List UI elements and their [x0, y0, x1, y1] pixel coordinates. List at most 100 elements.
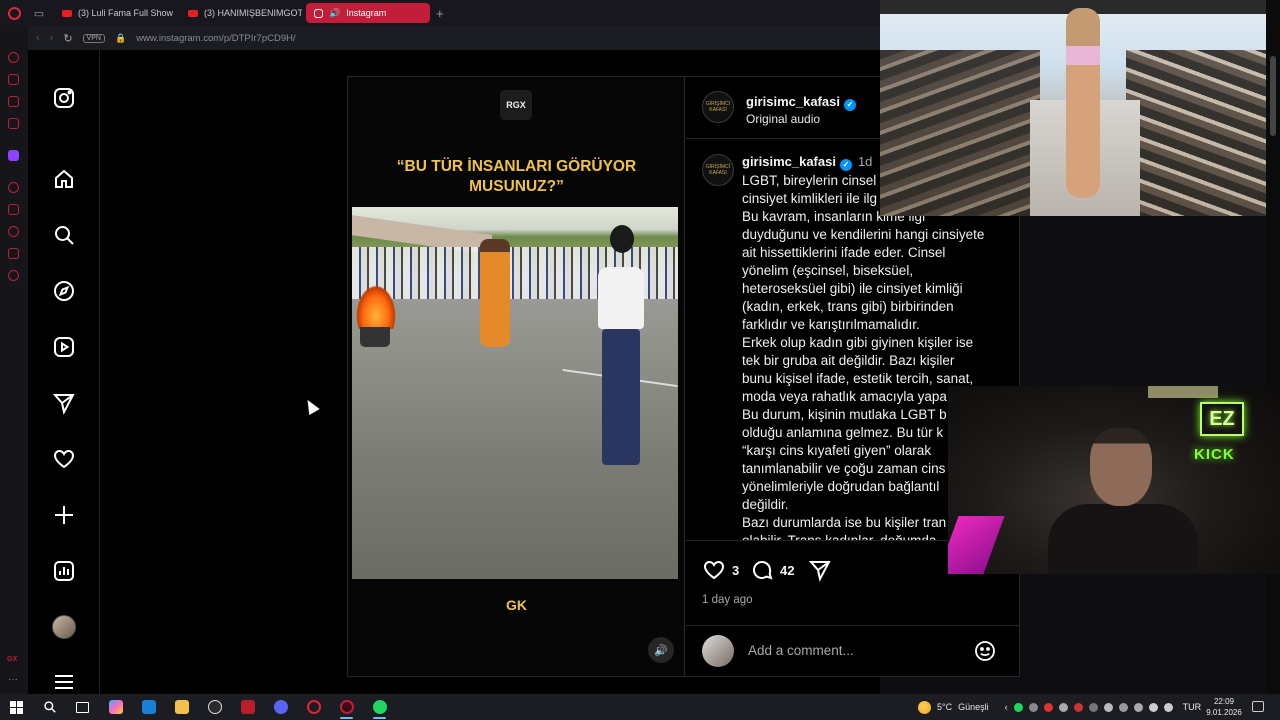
reel-video[interactable]: RGX “BU TÜR İNSANLARI GÖRÜYOR MUSUNUZ?” …: [348, 77, 685, 676]
more-icon[interactable]: ···: [8, 674, 18, 685]
obs-icon[interactable]: [198, 694, 231, 720]
opera-icon[interactable]: [297, 694, 330, 720]
opera-logo-icon[interactable]: [0, 0, 28, 26]
url-text[interactable]: www.instagram.com/p/DTPIr7pCD9H/: [136, 33, 295, 44]
wifi-tray-icon[interactable]: [1148, 702, 1158, 712]
original-audio-link[interactable]: Original audio: [746, 112, 820, 126]
speaker-icon[interactable]: 🔊: [329, 8, 340, 19]
runway-audience-left: [880, 50, 1040, 216]
heart-icon: [703, 560, 725, 580]
video-person-orange: [480, 239, 510, 347]
history-icon[interactable]: [8, 226, 19, 237]
speed-dial-icon[interactable]: [8, 52, 19, 63]
page-scrollbar[interactable]: [1266, 0, 1280, 694]
messenger-icon[interactable]: [8, 96, 19, 107]
author-username-text[interactable]: girisimc_kafasi: [746, 94, 840, 109]
reels-icon[interactable]: [52, 335, 76, 359]
author-username[interactable]: girisimc_kafasi ✓: [746, 94, 856, 111]
webcam-person-body: [1048, 504, 1198, 574]
volume-tray-icon[interactable]: [1163, 702, 1173, 712]
posted-time[interactable]: 1 day ago: [702, 594, 753, 606]
like-button[interactable]: 3: [702, 558, 739, 582]
scrollbar-thumb[interactable]: [1270, 56, 1276, 136]
video-fire: [356, 285, 396, 329]
spotify-tray-icon[interactable]: [1013, 702, 1023, 712]
task-view-icon[interactable]: [66, 694, 99, 720]
mail-icon[interactable]: [132, 694, 165, 720]
weather-desc[interactable]: Güneşli: [958, 702, 989, 712]
microphone-tray-icon[interactable]: [1118, 702, 1128, 712]
spotify-icon[interactable]: [363, 694, 396, 720]
lock-icon[interactable]: 🔒: [115, 33, 126, 44]
workspace-icon[interactable]: [8, 118, 19, 129]
share-button[interactable]: [808, 558, 832, 582]
share-icon: [808, 561, 831, 582]
tab-label: (3) HANIMIŞBENIMGOTTI: [204, 8, 302, 18]
verified-icon: ✓: [839, 159, 852, 171]
app-tray-icon[interactable]: [1043, 702, 1053, 712]
tab-youtube-1[interactable]: (3) Luli Fama Full Show in: [54, 3, 176, 23]
notification-icon[interactable]: [1252, 701, 1264, 712]
player-icon[interactable]: [8, 182, 19, 193]
steam-tray-icon[interactable]: [1028, 702, 1038, 712]
webcam-neon-light: [948, 516, 1005, 574]
weather-temp[interactable]: 5°C: [937, 702, 952, 712]
current-user-avatar[interactable]: [702, 635, 734, 667]
file-explorer-icon[interactable]: [165, 694, 198, 720]
pinboard-icon[interactable]: [8, 248, 19, 259]
author-avatar[interactable]: GİRİŞİMCİ KAFASI: [702, 91, 734, 123]
home-icon[interactable]: [52, 167, 76, 191]
tray-chevron-icon[interactable]: ‹: [1005, 702, 1008, 712]
explore-icon[interactable]: [52, 279, 76, 303]
copilot-icon[interactable]: [99, 694, 132, 720]
tab-youtube-2[interactable]: (3) HANIMIŞBENIMGOTTI: [180, 3, 302, 23]
aria-icon[interactable]: [8, 74, 19, 85]
volume-icon[interactable]: 🔊: [648, 637, 674, 663]
opera-gx-icon[interactable]: [330, 694, 363, 720]
verified-icon: ✓: [843, 99, 856, 111]
vpn-badge[interactable]: VPN: [82, 33, 105, 43]
search-icon[interactable]: [52, 223, 76, 247]
settings-icon[interactable]: [8, 270, 19, 281]
usb-tray-icon[interactable]: [1133, 702, 1143, 712]
more-menu-icon[interactable]: [52, 670, 76, 694]
caption-author-avatar[interactable]: GİRİŞİMCİ KAFASI: [702, 154, 734, 186]
comment-button[interactable]: 42: [750, 558, 794, 582]
crypto-wallet-icon[interactable]: [8, 204, 19, 215]
comment-input[interactable]: Add a comment...: [748, 643, 854, 658]
twitch-icon[interactable]: [8, 150, 19, 161]
video-person-white-shirt: [592, 225, 648, 471]
tab-instagram[interactable]: 🔊 Instagram: [306, 3, 430, 23]
instagram-icon: [314, 8, 323, 18]
search-icon[interactable]: [33, 694, 66, 720]
opera-tray-icon[interactable]: [1073, 702, 1083, 712]
messages-icon[interactable]: [52, 391, 76, 415]
create-icon[interactable]: [52, 503, 76, 527]
instagram-logo-icon[interactable]: [52, 86, 76, 110]
heart-icon[interactable]: [52, 447, 76, 471]
video-frame[interactable]: [352, 207, 678, 579]
profile-avatar[interactable]: [52, 615, 76, 639]
weather-sun-icon[interactable]: [918, 700, 931, 714]
settings-tray-icon[interactable]: [1103, 702, 1113, 712]
windows-start-icon[interactable]: [0, 694, 33, 720]
neon-kick-sign: KICK: [1194, 446, 1235, 463]
caption-username-text[interactable]: girisimc_kafasi: [742, 154, 836, 169]
video-barrel: [360, 327, 390, 347]
reload-icon[interactable]: ↻: [63, 32, 72, 45]
discord-icon[interactable]: [264, 694, 297, 720]
new-tab-button[interactable]: +: [436, 6, 444, 21]
caption-line: duyduğunu ve kendilerini hangi cinsiyete: [742, 227, 985, 242]
runway-audience-right: [1126, 50, 1266, 216]
globe-tray-icon[interactable]: [1088, 702, 1098, 712]
emoji-icon[interactable]: [973, 639, 997, 663]
gx-label: GX: [7, 656, 18, 663]
back-icon[interactable]: ‹: [36, 32, 40, 44]
forward-icon[interactable]: ›: [50, 32, 54, 44]
language-indicator[interactable]: TUR: [1183, 702, 1202, 712]
voicemeeter-icon[interactable]: [231, 694, 264, 720]
system-clock[interactable]: 22:09 9.01.2026: [1204, 696, 1244, 718]
tab-menu-icon[interactable]: ▭: [28, 7, 50, 20]
network-tray-icon[interactable]: [1058, 702, 1068, 712]
dashboard-icon[interactable]: [52, 559, 76, 583]
